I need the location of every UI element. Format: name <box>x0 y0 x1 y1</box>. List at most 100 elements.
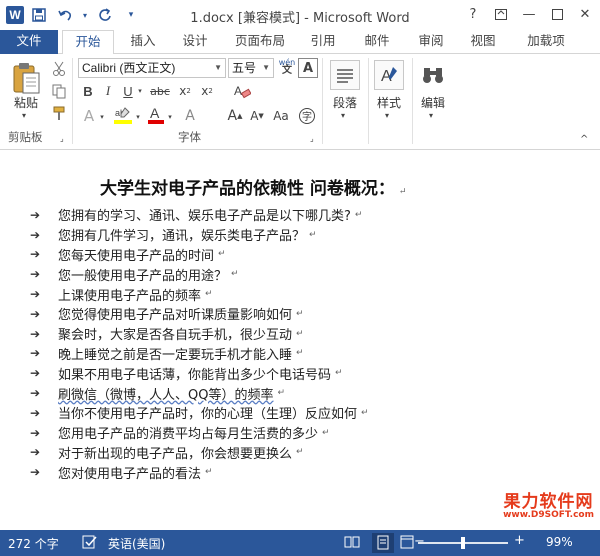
shrink-font-icon[interactable]: A ▼ <box>248 106 266 126</box>
zoom-level[interactable]: 99% <box>546 535 573 549</box>
highlight-color-icon[interactable]: ab <box>112 104 134 126</box>
word-count[interactable]: 272 个字 <box>8 535 59 552</box>
paste-dropdown-icon[interactable]: ▾ <box>22 111 26 120</box>
tab-addins[interactable]: 加载项 <box>516 30 576 54</box>
tab-review[interactable]: 审阅 <box>408 30 454 54</box>
language-indicator[interactable]: 英语(美国) <box>108 535 165 552</box>
subscript-icon[interactable]: x2 <box>176 82 194 100</box>
underline-icon[interactable]: U <box>120 82 136 100</box>
text-effects-dropdown-icon[interactable]: ▾ <box>98 110 106 124</box>
styles-button[interactable]: 样式 <box>377 94 401 111</box>
list-item[interactable]: ➔ 您拥有几件学习，通讯，娱乐类电子产品？ ↵ <box>30 225 550 245</box>
ribbon-display-icon[interactable] <box>490 4 512 24</box>
list-item-text: 您对使用电子产品的看法 <box>58 466 202 482</box>
web-layout-icon[interactable] <box>400 535 414 552</box>
list-item-text: 聚会时，大家是否各自玩手机，很少互动 <box>58 328 293 344</box>
binoculars-icon[interactable] <box>418 60 448 90</box>
list-item[interactable]: ➔ 刷微信（微博，人人、QQ等）的频率 ↵ <box>30 383 550 403</box>
zoom-slider-thumb[interactable] <box>460 537 465 549</box>
save-icon[interactable] <box>28 5 50 25</box>
styles-dropdown-icon[interactable]: ▾ <box>385 111 389 120</box>
format-painter-icon[interactable] <box>50 104 68 122</box>
highlight-dropdown-icon[interactable]: ▾ <box>134 110 142 124</box>
list-item[interactable]: ➔ 您每天使用电子产品的时间 ↵ <box>30 245 550 265</box>
document-heading-text: 大学生对电子产品的依赖性 问卷概况： <box>100 179 395 199</box>
print-layout-icon[interactable] <box>372 533 394 553</box>
undo-icon[interactable] <box>54 5 76 25</box>
editing-button[interactable]: 编辑 <box>421 94 445 111</box>
paragraph-dropdown-icon[interactable]: ▾ <box>341 111 345 120</box>
cut-icon[interactable] <box>50 60 68 78</box>
paste-icon[interactable] <box>10 60 42 96</box>
clipboard-launcher-icon[interactable]: ⌟ <box>60 134 64 143</box>
grow-font-icon[interactable]: A ▲ <box>226 106 244 126</box>
maximize-icon[interactable] <box>546 4 568 24</box>
paragraph-button[interactable]: 段落 <box>333 94 357 111</box>
tab-view[interactable]: 视图 <box>460 30 506 54</box>
redo-icon[interactable] <box>94 5 116 25</box>
list-item[interactable]: ➔ 晚上睡觉之前是否一定要玩手机才能入睡 ↵ <box>30 344 550 364</box>
clear-formatting-icon[interactable]: A <box>232 82 252 100</box>
font-name-select[interactable]: Calibri (西文正文) ▼ <box>78 58 226 78</box>
italic-icon[interactable]: I <box>100 82 116 100</box>
list-item[interactable]: ➔ 对于新出现的电子产品，你会想要更换么 ↵ <box>30 443 550 463</box>
list-item[interactable]: ➔ 您觉得使用电子产品对听课质量影响如何 ↵ <box>30 304 550 324</box>
tab-insert[interactable]: 插入 <box>120 30 166 54</box>
tab-page-layout[interactable]: 页面布局 <box>226 30 294 54</box>
bullet-arrow-icon: ➔ <box>30 227 41 242</box>
bullet-arrow-icon: ➔ <box>30 346 41 361</box>
tab-file[interactable]: 文件 <box>0 30 58 54</box>
list-item[interactable]: ➔ 聚会时，大家是否各自玩手机，很少互动 ↵ <box>30 324 550 344</box>
help-icon[interactable]: ? <box>462 4 484 24</box>
superscript-icon[interactable]: x2 <box>198 82 216 100</box>
zoom-in-icon[interactable]: + <box>514 533 525 548</box>
strikethrough-icon[interactable]: abc <box>148 82 172 100</box>
list-item[interactable]: ➔ 您一般使用电子产品的用途？ ↵ <box>30 264 550 284</box>
document-heading[interactable]: 大学生对电子产品的依赖性 问卷概况： ↵ <box>100 174 500 199</box>
text-effects-icon[interactable]: A <box>80 106 98 126</box>
font-color-dropdown-icon[interactable]: ▾ <box>166 110 174 124</box>
proofing-icon[interactable] <box>82 535 98 552</box>
tab-home[interactable]: 开始 <box>62 30 114 55</box>
customize-toolbar-icon[interactable]: ▾ <box>120 5 142 25</box>
tab-design[interactable]: 设计 <box>172 30 218 54</box>
change-case-icon[interactable]: Aa <box>270 106 292 126</box>
paste-button[interactable]: 粘贴 <box>14 94 38 111</box>
font-color-icon[interactable]: A <box>146 104 166 126</box>
paragraph-mark-icon: ↵ <box>309 229 317 240</box>
bullet-arrow-icon: ➔ <box>30 287 41 302</box>
underline-dropdown-icon[interactable]: ▾ <box>136 84 144 98</box>
bold-icon[interactable]: B <box>80 82 96 100</box>
shade-icon[interactable]: A <box>180 106 200 126</box>
character-border-icon[interactable]: A <box>298 58 318 78</box>
read-mode-icon[interactable] <box>344 535 360 552</box>
paragraph-mark-icon: ↵ <box>361 407 369 418</box>
paragraph-icon[interactable] <box>330 60 360 90</box>
undo-dropdown-icon[interactable]: ▾ <box>80 5 90 25</box>
styles-icon[interactable]: A <box>374 60 404 90</box>
enclose-characters-icon[interactable]: 字 <box>296 106 318 126</box>
copy-icon[interactable] <box>50 82 68 100</box>
font-launcher-icon[interactable]: ⌟ <box>310 134 314 143</box>
paragraph-mark-icon: ↵ <box>218 249 226 260</box>
collapse-ribbon-icon[interactable]: ^ <box>580 134 588 145</box>
phonetic-guide-icon[interactable]: wén 文 <box>276 56 298 78</box>
font-size-select[interactable]: 五号 ▼ <box>228 58 274 78</box>
editing-dropdown-icon[interactable]: ▾ <box>429 111 433 120</box>
document-area[interactable]: 大学生对电子产品的依赖性 问卷概况： ↵ ➔ 您拥有的学习、通讯、娱乐电子产品是以下… <box>0 150 600 530</box>
list-item[interactable]: ➔ 您用电子产品的消费平均占每月生活费的多少 ↵ <box>30 423 550 443</box>
list-item-text: 刷微信（微博，人人、QQ等）的频率 <box>58 387 274 403</box>
minimize-icon[interactable]: — <box>518 4 540 24</box>
close-icon[interactable]: ✕ <box>574 4 596 24</box>
list-item[interactable]: ➔ 您拥有的学习、通讯、娱乐电子产品是以下哪几类? ↵ <box>30 205 550 225</box>
tab-mailings[interactable]: 邮件 <box>354 30 400 54</box>
tab-references[interactable]: 引用 <box>300 30 346 54</box>
title-bar: W ▾ ▾ 1.docx [兼容模式] - Microsoft Word ? —… <box>0 0 600 30</box>
list-item[interactable]: ➔ 您对使用电子产品的看法 ↵ <box>30 462 550 482</box>
paragraph-mark-icon: ↵ <box>322 427 330 438</box>
list-item[interactable]: ➔ 上课使用电子产品的频率 ↵ <box>30 284 550 304</box>
word-logo-icon[interactable]: W <box>6 6 24 24</box>
list-item[interactable]: ➔ 当你不使用电子产品时，你的心理（生理）反应如何 ↵ <box>30 403 550 423</box>
list-item[interactable]: ➔ 如果不用电子电话薄，你能背出多少个电话号码 ↵ <box>30 363 550 383</box>
question-list[interactable]: ➔ 您拥有的学习、通讯、娱乐电子产品是以下哪几类? ↵ ➔ 您拥有几件学习，通讯，娱乐类… <box>30 205 550 482</box>
